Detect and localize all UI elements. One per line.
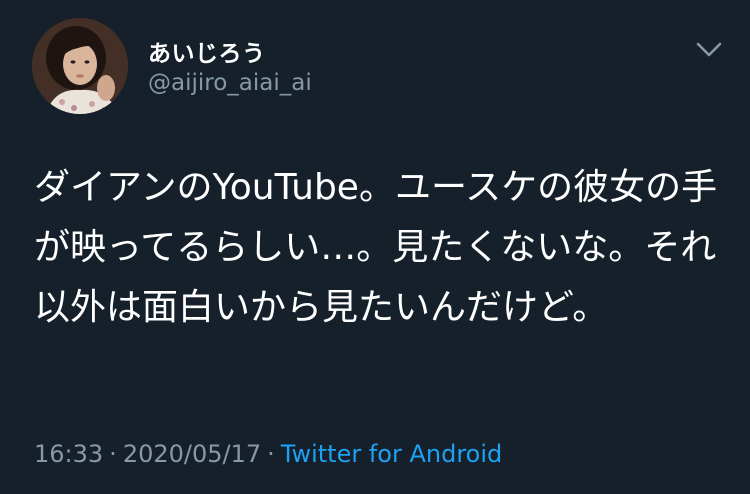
tweet-source-link[interactable]: Twitter for Android bbox=[281, 440, 502, 468]
tweet-meta: 16:33 · 2020/05/17 · Twitter for Android bbox=[34, 440, 502, 468]
tweet-time: 16:33 bbox=[34, 440, 104, 468]
tweet-card: あいじろう @aijiro_aiai_ai ダイアンのYouTube。ユースケの… bbox=[0, 0, 750, 494]
display-name[interactable]: あいじろう bbox=[148, 34, 266, 68]
user-handle[interactable]: @aijiro_aiai_ai bbox=[148, 70, 312, 96]
meta-separator: · bbox=[267, 440, 275, 468]
avatar[interactable] bbox=[32, 18, 128, 114]
tweet-text: ダイアンのYouTube。ユースケの彼女の手が映ってるらしい…。見たくないな。そ… bbox=[34, 167, 718, 328]
avatar-image bbox=[32, 18, 128, 114]
chevron-down-icon[interactable] bbox=[692, 36, 726, 62]
tweet-date: 2020/05/17 bbox=[122, 440, 262, 468]
meta-separator: · bbox=[109, 440, 117, 468]
